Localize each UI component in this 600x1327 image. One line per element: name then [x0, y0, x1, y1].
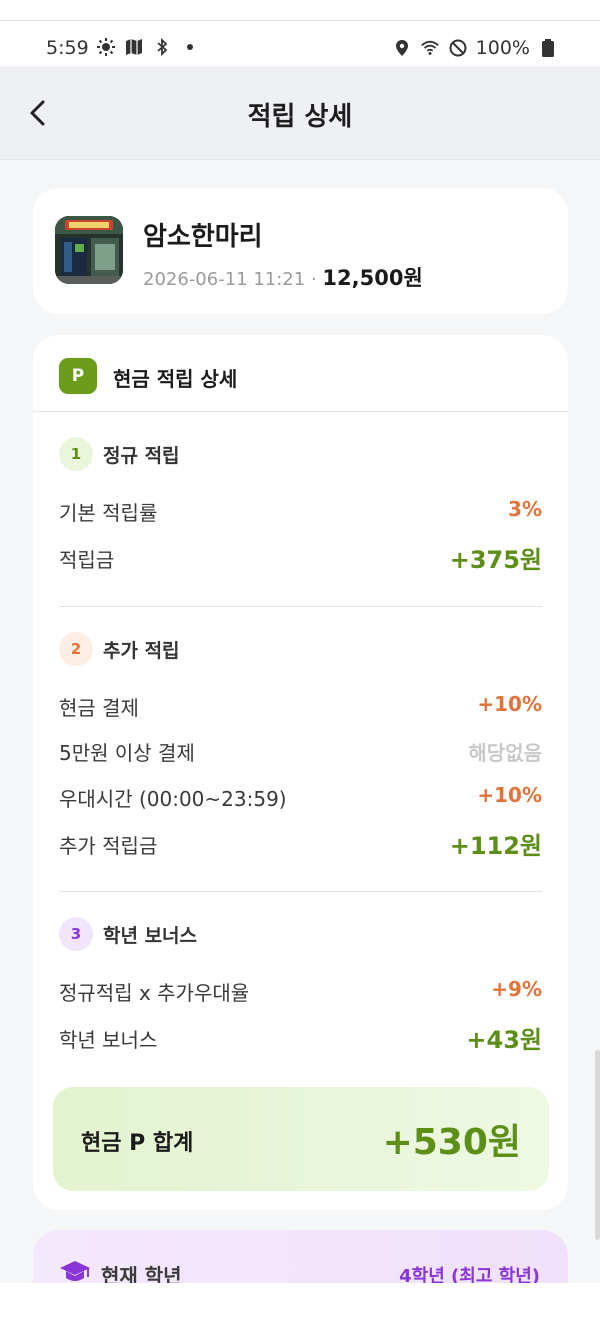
row-extra-points: 추가 적립금 +112원	[59, 826, 542, 860]
section-number: 2	[59, 632, 93, 666]
row-grade-bonus: 학년 보너스 +43원	[59, 1020, 542, 1054]
row-value: +112원	[449, 832, 542, 860]
section-number: 1	[59, 437, 93, 471]
wifi-icon	[420, 38, 440, 58]
store-card: 암소한마리 2026-06-11 11:21 · 12,500원	[33, 188, 568, 314]
app-header: 적립 상세	[0, 66, 600, 160]
row-over-50k: 5만원 이상 결제 해당없음	[59, 733, 542, 765]
row-regular-points: 적립금 +375원	[59, 540, 542, 574]
section-extra-header: 2 추가 적립	[59, 632, 180, 666]
row-grade-rate: 정규적립 x 추가우대율 +9%	[59, 973, 542, 1005]
current-grade-card: 현재 학년 4학년 (최고 학년)	[33, 1230, 568, 1283]
divider	[59, 606, 542, 607]
status-bar: 5:59 100%	[0, 20, 600, 66]
total-summary: 현금 P 합계 +530원	[53, 1087, 549, 1191]
dot-icon	[180, 37, 200, 57]
total-value: +530원	[382, 1122, 521, 1163]
total-label: 현금 P 합계	[81, 1131, 194, 1156]
row-label: 정규적립 x 추가우대율	[59, 981, 250, 1005]
status-left-icons	[96, 37, 200, 57]
section-title: 정규 적립	[103, 444, 180, 467]
detail-title: 현금 적립 상세	[113, 367, 238, 391]
section-regular-header: 1 정규 적립	[59, 437, 180, 471]
bluetooth-icon	[152, 37, 172, 57]
grade-label: 현재 학년	[101, 1264, 182, 1283]
battery-icon	[538, 38, 558, 58]
status-right-icons: 100%	[392, 37, 558, 59]
row-label: 우대시간 (00:00~23:59)	[59, 787, 287, 811]
bottom-navigation-area	[0, 1283, 600, 1327]
row-value: 3%	[508, 497, 542, 521]
row-value: +9%	[491, 977, 542, 1001]
row-cash-payment: 현금 결제 +10%	[59, 688, 542, 720]
cash-points-detail-card: P 현금 적립 상세 1 정규 적립 기본 적립률 3% 적립금 +375원 2…	[33, 335, 568, 1210]
section-number: 3	[59, 917, 93, 951]
section-title: 학년 보너스	[103, 924, 198, 947]
sun-icon	[96, 37, 116, 57]
graduation-cap-icon	[59, 1258, 91, 1283]
row-value: +10%	[477, 783, 542, 807]
transaction-datetime: 2026-06-11 11:21	[143, 269, 306, 290]
status-time: 5:59	[46, 37, 89, 59]
page-title: 적립 상세	[247, 102, 353, 132]
row-preferred-time: 우대시간 (00:00~23:59) +10%	[59, 779, 542, 811]
row-label: 5만원 이상 결제	[59, 741, 195, 765]
payment-amount: 12,500원	[322, 266, 423, 290]
section-grade-header: 3 학년 보너스	[59, 917, 197, 951]
row-label: 현금 결제	[59, 696, 139, 720]
main-content[interactable]: 암소한마리 2026-06-11 11:21 · 12,500원 P 현금 적립…	[0, 160, 600, 1283]
divider	[59, 891, 542, 892]
row-label: 추가 적립금	[59, 834, 158, 858]
map-icon	[124, 37, 144, 57]
points-badge: P	[59, 358, 97, 394]
section-title: 추가 적립	[103, 639, 180, 662]
row-value: +375원	[449, 546, 542, 574]
row-value: +10%	[477, 692, 542, 716]
row-value: +43원	[466, 1026, 542, 1054]
meta-separator: ·	[310, 269, 317, 290]
battery-percent: 100%	[475, 37, 530, 59]
grade-value: 4학년 (최고 학년)	[399, 1266, 540, 1283]
store-meta: 2026-06-11 11:21 · 12,500원	[143, 262, 423, 292]
location-icon	[392, 38, 412, 58]
row-value: 해당없음	[468, 741, 542, 765]
store-name: 암소한마리	[143, 222, 263, 252]
row-label: 기본 적립률	[59, 501, 158, 525]
detail-header: P 현금 적립 상세	[33, 335, 568, 412]
scroll-edge-handle[interactable]	[595, 1050, 600, 1240]
row-base-rate: 기본 적립률 3%	[59, 493, 542, 525]
store-thumbnail	[55, 216, 123, 284]
row-label: 적립금	[59, 548, 115, 572]
do-not-disturb-icon	[448, 38, 468, 58]
row-label: 학년 보너스	[59, 1028, 158, 1052]
